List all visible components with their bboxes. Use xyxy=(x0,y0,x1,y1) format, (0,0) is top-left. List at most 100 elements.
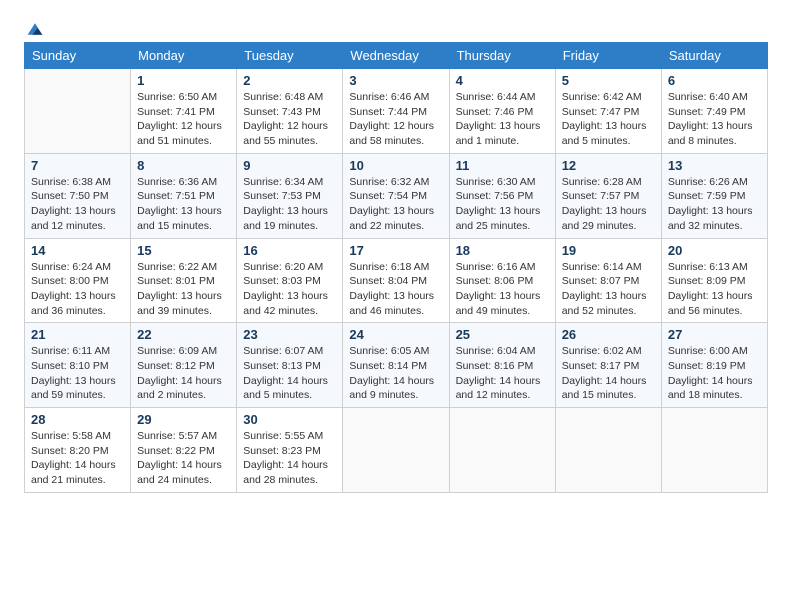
calendar-cell: 20Sunrise: 6:13 AM Sunset: 8:09 PM Dayli… xyxy=(661,238,767,323)
logo-icon xyxy=(26,20,44,38)
calendar-cell: 15 Sunrise: 6:22 AM Sunset: 8:01 PM Dayli… xyxy=(131,238,237,323)
calendar-header-row: SundayMondayTuesdayWednesdayThursdayFrid… xyxy=(25,43,768,69)
day-info: Sunrise: 5:58 AM Sunset: 8:20 PM Dayligh… xyxy=(31,429,124,488)
calendar-header-tuesday: Tuesday xyxy=(237,43,343,69)
calendar-cell: 6 Sunrise: 6:40 AM Sunset: 7:49 PM Daylig… xyxy=(661,69,767,154)
calendar-cell: 7 Sunrise: 6:38 AM Sunset: 7:50 PM Daylig… xyxy=(25,153,131,238)
day-info: Sunrise: 6:30 AM Sunset: 7:56 PM Dayligh… xyxy=(456,175,549,234)
calendar-cell: 5 Sunrise: 6:42 AM Sunset: 7:47 PM Daylig… xyxy=(555,69,661,154)
calendar-header-thursday: Thursday xyxy=(449,43,555,69)
calendar-cell: 19 Sunrise: 6:14 AM Sunset: 8:07 PM Dayli… xyxy=(555,238,661,323)
day-info: Sunrise: 6:24 AM Sunset: 8:00 PM Dayligh… xyxy=(31,260,124,319)
day-number: 30 xyxy=(243,412,336,427)
day-number: 2 xyxy=(243,73,336,88)
day-number: 29 xyxy=(137,412,230,427)
day-info: Sunrise: 6:40 AM Sunset: 7:49 PM Dayligh… xyxy=(668,90,761,149)
calendar-cell xyxy=(555,408,661,493)
calendar-cell xyxy=(449,408,555,493)
calendar-header-wednesday: Wednesday xyxy=(343,43,449,69)
day-number: 19 xyxy=(562,243,655,258)
calendar-cell: 16 Sunrise: 6:20 AM Sunset: 8:03 PM Dayli… xyxy=(237,238,343,323)
day-number: 6 xyxy=(668,73,761,88)
calendar-cell: 4 Sunrise: 6:44 AM Sunset: 7:46 PM Daylig… xyxy=(449,69,555,154)
calendar-cell: 26 Sunrise: 6:02 AM Sunset: 8:17 PM Dayli… xyxy=(555,323,661,408)
day-info: Sunrise: 6:18 AM Sunset: 8:04 PM Dayligh… xyxy=(349,260,442,319)
day-number: 27 xyxy=(668,327,761,342)
day-info: Sunrise: 5:57 AM Sunset: 8:22 PM Dayligh… xyxy=(137,429,230,488)
calendar-cell: 25 Sunrise: 6:04 AM Sunset: 8:16 PM Dayli… xyxy=(449,323,555,408)
day-number: 10 xyxy=(349,158,442,173)
calendar-cell: 21 Sunrise: 6:11 AM Sunset: 8:10 PM Dayli… xyxy=(25,323,131,408)
day-number: 25 xyxy=(456,327,549,342)
calendar-header-monday: Monday xyxy=(131,43,237,69)
day-number: 28 xyxy=(31,412,124,427)
day-number: 12 xyxy=(562,158,655,173)
day-info: Sunrise: 6:34 AM Sunset: 7:53 PM Dayligh… xyxy=(243,175,336,234)
day-info: Sunrise: 6:02 AM Sunset: 8:17 PM Dayligh… xyxy=(562,344,655,403)
calendar-cell: 3 Sunrise: 6:46 AM Sunset: 7:44 PM Daylig… xyxy=(343,69,449,154)
day-number: 4 xyxy=(456,73,549,88)
day-info: Sunrise: 6:14 AM Sunset: 8:07 PM Dayligh… xyxy=(562,260,655,319)
day-info: Sunrise: 5:55 AM Sunset: 8:23 PM Dayligh… xyxy=(243,429,336,488)
day-info: Sunrise: 6:42 AM Sunset: 7:47 PM Dayligh… xyxy=(562,90,655,149)
day-info: Sunrise: 6:22 AM Sunset: 8:01 PM Dayligh… xyxy=(137,260,230,319)
day-info: Sunrise: 6:26 AM Sunset: 7:59 PM Dayligh… xyxy=(668,175,761,234)
day-info: Sunrise: 6:20 AM Sunset: 8:03 PM Dayligh… xyxy=(243,260,336,319)
calendar-cell: 23Sunrise: 6:07 AM Sunset: 8:13 PM Dayli… xyxy=(237,323,343,408)
day-number: 18 xyxy=(456,243,549,258)
day-number: 9 xyxy=(243,158,336,173)
day-number: 13 xyxy=(668,158,761,173)
day-number: 5 xyxy=(562,73,655,88)
calendar-cell: 30 Sunrise: 5:55 AM Sunset: 8:23 PM Dayli… xyxy=(237,408,343,493)
calendar-cell: 9 Sunrise: 6:34 AM Sunset: 7:53 PM Daylig… xyxy=(237,153,343,238)
day-number: 20 xyxy=(668,243,761,258)
calendar-cell: 24Sunrise: 6:05 AM Sunset: 8:14 PM Dayli… xyxy=(343,323,449,408)
calendar-header-saturday: Saturday xyxy=(661,43,767,69)
day-number: 11 xyxy=(456,158,549,173)
calendar-cell: 2 Sunrise: 6:48 AM Sunset: 7:43 PM Daylig… xyxy=(237,69,343,154)
day-number: 7 xyxy=(31,158,124,173)
calendar-week-row: 1 Sunrise: 6:50 AM Sunset: 7:41 PM Daylig… xyxy=(25,69,768,154)
logo xyxy=(24,20,44,34)
calendar-cell: 29 Sunrise: 5:57 AM Sunset: 8:22 PM Dayli… xyxy=(131,408,237,493)
calendar-cell: 11 Sunrise: 6:30 AM Sunset: 7:56 PM Dayli… xyxy=(449,153,555,238)
calendar-cell xyxy=(343,408,449,493)
day-number: 14 xyxy=(31,243,124,258)
day-number: 21 xyxy=(31,327,124,342)
day-info: Sunrise: 6:00 AM Sunset: 8:19 PM Dayligh… xyxy=(668,344,761,403)
calendar-cell: 10 Sunrise: 6:32 AM Sunset: 7:54 PM Dayli… xyxy=(343,153,449,238)
day-info: Sunrise: 6:28 AM Sunset: 7:57 PM Dayligh… xyxy=(562,175,655,234)
calendar-header-sunday: Sunday xyxy=(25,43,131,69)
day-number: 23 xyxy=(243,327,336,342)
page-header xyxy=(24,20,768,34)
calendar-cell: 22Sunrise: 6:09 AM Sunset: 8:12 PM Dayli… xyxy=(131,323,237,408)
day-number: 1 xyxy=(137,73,230,88)
calendar-cell: 28 Sunrise: 5:58 AM Sunset: 8:20 PM Dayli… xyxy=(25,408,131,493)
day-info: Sunrise: 6:36 AM Sunset: 7:51 PM Dayligh… xyxy=(137,175,230,234)
calendar-cell xyxy=(25,69,131,154)
calendar-week-row: 28 Sunrise: 5:58 AM Sunset: 8:20 PM Dayli… xyxy=(25,408,768,493)
day-info: Sunrise: 6:48 AM Sunset: 7:43 PM Dayligh… xyxy=(243,90,336,149)
day-info: Sunrise: 6:04 AM Sunset: 8:16 PM Dayligh… xyxy=(456,344,549,403)
calendar-cell: 14 Sunrise: 6:24 AM Sunset: 8:00 PM Dayli… xyxy=(25,238,131,323)
day-number: 26 xyxy=(562,327,655,342)
day-info: Sunrise: 6:16 AM Sunset: 8:06 PM Dayligh… xyxy=(456,260,549,319)
day-info: Sunrise: 6:09 AM Sunset: 8:12 PM Dayligh… xyxy=(137,344,230,403)
calendar-cell: 17Sunrise: 6:18 AM Sunset: 8:04 PM Dayli… xyxy=(343,238,449,323)
day-info: Sunrise: 6:38 AM Sunset: 7:50 PM Dayligh… xyxy=(31,175,124,234)
calendar-cell: 27 Sunrise: 6:00 AM Sunset: 8:19 PM Dayli… xyxy=(661,323,767,408)
day-number: 15 xyxy=(137,243,230,258)
day-info: Sunrise: 6:50 AM Sunset: 7:41 PM Dayligh… xyxy=(137,90,230,149)
day-info: Sunrise: 6:11 AM Sunset: 8:10 PM Dayligh… xyxy=(31,344,124,403)
day-info: Sunrise: 6:44 AM Sunset: 7:46 PM Dayligh… xyxy=(456,90,549,149)
day-info: Sunrise: 6:46 AM Sunset: 7:44 PM Dayligh… xyxy=(349,90,442,149)
calendar-cell: 8Sunrise: 6:36 AM Sunset: 7:51 PM Daylig… xyxy=(131,153,237,238)
calendar-week-row: 14 Sunrise: 6:24 AM Sunset: 8:00 PM Dayli… xyxy=(25,238,768,323)
day-info: Sunrise: 6:32 AM Sunset: 7:54 PM Dayligh… xyxy=(349,175,442,234)
calendar-cell xyxy=(661,408,767,493)
calendar-table: SundayMondayTuesdayWednesdayThursdayFrid… xyxy=(24,42,768,493)
day-info: Sunrise: 6:05 AM Sunset: 8:14 PM Dayligh… xyxy=(349,344,442,403)
calendar-cell: 1 Sunrise: 6:50 AM Sunset: 7:41 PM Daylig… xyxy=(131,69,237,154)
day-number: 3 xyxy=(349,73,442,88)
day-number: 16 xyxy=(243,243,336,258)
